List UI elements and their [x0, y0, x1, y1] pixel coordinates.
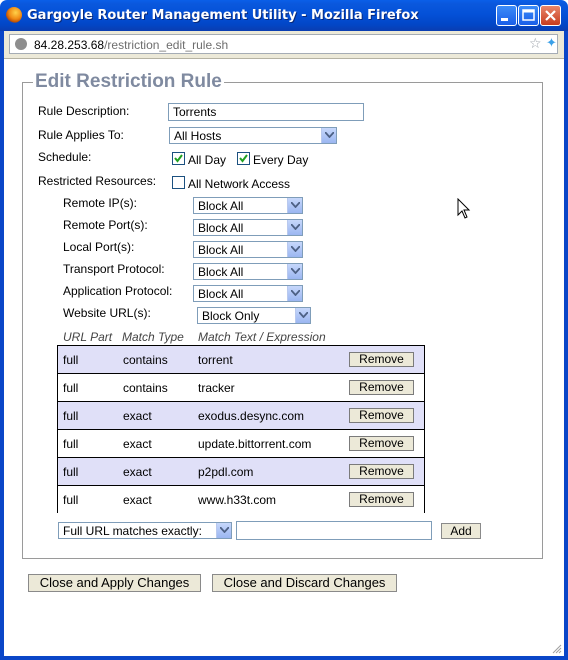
address-bar: 84.28.253.68/restriction_edit_rule.sh ☆ …: [4, 31, 564, 59]
match-type-cell: exact: [123, 409, 152, 423]
remove-button[interactable]: Remove: [349, 492, 414, 507]
dropdown-arrow-icon: [287, 242, 302, 257]
table-row: full exact update.bittorrent.com Remove: [58, 430, 424, 458]
header-match-type: Match Type: [122, 330, 184, 344]
dropdown-arrow-icon: [287, 264, 302, 279]
remote-ip-label: Remote IP(s):: [63, 196, 138, 210]
edit-rule-legend: Edit Restriction Rule: [35, 71, 222, 92]
dropdown-arrow-icon: [216, 523, 231, 538]
transport-protocol-label: Transport Protocol:: [63, 262, 165, 276]
match-type-cell: exact: [123, 493, 152, 507]
url-match-type-select[interactable]: Full URL matches exactly:: [58, 522, 232, 539]
transport-protocol-value: Block All: [198, 265, 244, 279]
dropdown-arrow-icon: [287, 220, 302, 235]
match-text-cell: torrent: [198, 353, 233, 367]
remote-ip-value: Block All: [198, 199, 244, 213]
remove-button[interactable]: Remove: [349, 380, 414, 395]
url-match-type-value: Full URL matches exactly:: [63, 524, 202, 538]
rule-description-label: Rule Description:: [38, 104, 130, 118]
applies-to-label: Rule Applies To:: [38, 128, 124, 142]
restricted-resources-label: Restricted Resources:: [38, 174, 157, 188]
dropdown-arrow-icon: [287, 198, 302, 213]
remote-ip-select[interactable]: Block All: [193, 197, 303, 214]
dropdown-arrow-icon: [287, 286, 302, 301]
match-text-cell: update.bittorrent.com: [198, 437, 312, 451]
twitter-bird-icon[interactable]: ✦: [546, 36, 557, 51]
all-network-access-label: All Network Access: [188, 177, 291, 191]
website-url-label: Website URL(s):: [63, 306, 151, 320]
url-part-cell: full: [63, 465, 79, 479]
match-text-cell: www.h33t.com: [198, 493, 277, 507]
url-rules-table: full contains torrent Remove full contai…: [57, 345, 425, 514]
window-frame-right: [564, 31, 568, 660]
match-type-cell: exact: [123, 465, 152, 479]
dropdown-arrow-icon: [295, 308, 310, 323]
remove-button[interactable]: Remove: [349, 436, 414, 451]
applies-to-select[interactable]: All Hosts: [169, 127, 337, 144]
table-row: full exact p2pdl.com Remove: [58, 458, 424, 486]
match-text-cell: exodus.desync.com: [198, 409, 305, 423]
table-row: full contains tracker Remove: [58, 374, 424, 402]
url-part-cell: full: [63, 381, 79, 395]
remote-port-select[interactable]: Block All: [193, 219, 303, 236]
rule-description-input[interactable]: [168, 103, 364, 121]
url-match-text-input[interactable]: [236, 521, 432, 540]
all-network-access-checkbox[interactable]: [172, 176, 185, 189]
url-part-cell: full: [63, 353, 79, 367]
all-day-checkbox[interactable]: [172, 152, 185, 165]
every-day-label: Every Day: [253, 153, 309, 167]
close-discard-button[interactable]: Close and Discard Changes: [212, 574, 397, 592]
remove-button[interactable]: Remove: [349, 352, 414, 367]
close-apply-button[interactable]: Close and Apply Changes: [28, 574, 201, 592]
url-field[interactable]: 84.28.253.68/restriction_edit_rule.sh ☆ …: [9, 34, 558, 54]
table-row: full contains torrent Remove: [58, 346, 424, 374]
dropdown-arrow-icon: [321, 128, 336, 143]
remove-button[interactable]: Remove: [349, 464, 414, 479]
match-type-cell: contains: [123, 353, 168, 367]
local-port-label: Local Port(s):: [63, 240, 135, 254]
transport-protocol-select[interactable]: Block All: [193, 263, 303, 280]
website-url-select[interactable]: Block Only: [197, 307, 311, 324]
table-row: full exact www.h33t.com Remove: [58, 486, 424, 514]
header-match-text: Match Text / Expression: [198, 330, 326, 344]
window-titlebar: Gargoyle Router Management Utility - Moz…: [0, 0, 568, 31]
url-part-cell: full: [63, 437, 79, 451]
globe-icon: [15, 38, 27, 50]
match-type-cell: exact: [123, 437, 152, 451]
minimize-button[interactable]: [496, 5, 517, 26]
table-row: full exact exodus.desync.com Remove: [58, 402, 424, 430]
application-protocol-value: Block All: [198, 287, 244, 301]
url-path: /restriction_edit_rule.sh: [104, 38, 229, 52]
match-text-cell: p2pdl.com: [198, 465, 254, 479]
window-frame-bottom: [0, 656, 568, 660]
resize-grip-icon[interactable]: [552, 644, 562, 654]
schedule-label: Schedule:: [38, 150, 92, 164]
remote-port-label: Remote Port(s):: [63, 218, 148, 232]
application-protocol-label: Application Protocol:: [63, 284, 173, 298]
header-url-part: URL Part: [63, 330, 113, 344]
all-day-label: All Day: [188, 153, 227, 167]
local-port-value: Block All: [198, 243, 244, 257]
url-part-cell: full: [63, 409, 79, 423]
remote-port-value: Block All: [198, 221, 244, 235]
match-text-cell: tracker: [198, 381, 235, 395]
url-host: 84.28.253.68: [34, 38, 105, 52]
remove-button[interactable]: Remove: [349, 408, 414, 423]
application-protocol-select[interactable]: Block All: [193, 285, 303, 302]
close-window-button[interactable]: [540, 5, 561, 26]
add-url-button[interactable]: Add: [441, 523, 481, 539]
url-text: 84.28.253.68/restriction_edit_rule.sh: [34, 38, 228, 52]
website-url-value: Block Only: [202, 309, 260, 323]
applies-to-value: All Hosts: [174, 129, 222, 143]
maximize-button[interactable]: [518, 5, 539, 26]
every-day-checkbox[interactable]: [237, 152, 250, 165]
match-type-cell: contains: [123, 381, 168, 395]
page-content: Edit Restriction Rule Rule Description: …: [4, 59, 564, 656]
firefox-icon: [6, 7, 22, 23]
url-part-cell: full: [63, 493, 79, 507]
local-port-select[interactable]: Block All: [193, 241, 303, 258]
bookmark-star-icon[interactable]: ☆: [529, 36, 542, 52]
window-title: Gargoyle Router Management Utility - Moz…: [27, 8, 419, 23]
mouse-cursor-icon: [457, 198, 471, 219]
